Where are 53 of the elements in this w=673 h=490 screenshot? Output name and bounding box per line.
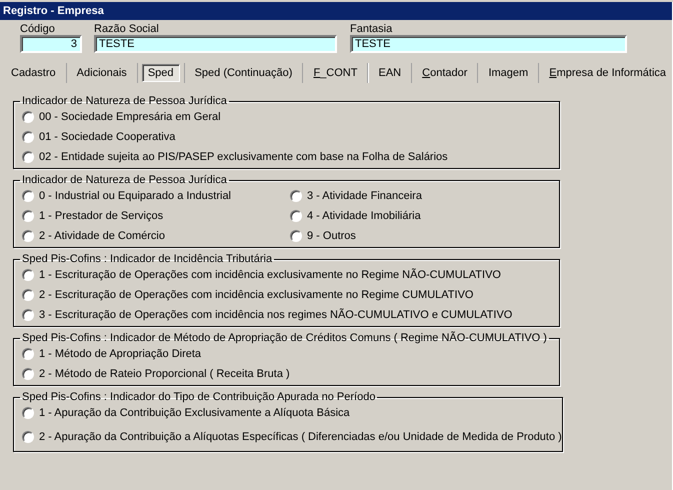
tab[interactable]: EAN (372, 64, 408, 82)
group-title: Sped Pis-Cofins : Indicador do Tipo de Contribuição Apurada no Período (21, 391, 376, 403)
input-field[interactable]: TESTE (94, 35, 337, 53)
input-field[interactable]: 3 (20, 35, 82, 53)
radio-button[interactable] (22, 111, 34, 123)
option-label: 4 - Atividade Imobiliária (307, 210, 421, 222)
option-label: 1 - Escrituração de Operações com incidência exclusivamente no Regime NÃO-CUMULATIVO (39, 269, 501, 281)
radio-button[interactable] (22, 151, 34, 163)
field-label: Código (20, 24, 56, 35)
option-label: 01 - Sociedade Cooperativa (39, 131, 176, 143)
tab[interactable]: F_CONT (307, 64, 364, 82)
option-label: 1 - Prestador de Serviços (39, 210, 164, 222)
radio-button[interactable] (22, 348, 34, 360)
radio-button[interactable] (290, 190, 302, 202)
group-title: Indicador de Natureza de Pessoa Jurídica (21, 95, 228, 107)
radio-button[interactable] (22, 289, 34, 301)
radio-button[interactable] (22, 368, 34, 380)
window-title: Registro - Empresa (0, 2, 672, 20)
radio-button[interactable] (22, 230, 34, 242)
input-field[interactable]: TESTE (350, 35, 627, 53)
field-label: Razão Social (94, 24, 160, 35)
tab[interactable]: Imagem (482, 64, 534, 82)
option-label: 02 - Entidade sujeita ao PIS/PASEP exclusivamente com base na Folha de Salários (39, 151, 448, 163)
tab[interactable]: Sped (Continuação) (188, 64, 298, 82)
option-label: 3 - Atividade Financeira (307, 190, 422, 202)
radio-button[interactable] (22, 190, 34, 202)
option-label: 2 - Apuração da Contribuição a Alíquotas Específicas ( Diferenciadas e/ou Unidade de Medida de Produto ) (39, 430, 562, 442)
radio-button[interactable] (290, 210, 302, 222)
option-label: 3 - Escrituração de Operações com incidência nos regimes NÃO-CUMULATIVO e CUMULATIVO (39, 309, 512, 321)
tab[interactable]: Adicionais (70, 64, 133, 82)
option-label: 2 - Atividade de Comércio (39, 230, 165, 242)
group-title: Sped Pis-Cofins : Indicador de Incidência Tributária (21, 253, 274, 265)
radio-button[interactable] (22, 210, 34, 222)
radio-button[interactable] (22, 407, 34, 419)
option-label: 2 - Método de Rateio Proporcional ( Receita Bruta ) (39, 368, 290, 380)
group-title: Sped Pis-Cofins : Indicador de Método de Apropriação de Créditos Comuns ( Regime NÃO-CUMULATIVO ) (21, 332, 548, 344)
radio-button[interactable] (22, 269, 34, 281)
option-label: 00 - Sociedade Empresária em Geral (39, 111, 221, 123)
option-label: 2 - Escrituração de Operações com incidência exclusivamente no Regime CUMULATIVO (39, 289, 474, 301)
option-label: 9 - Outros (307, 230, 356, 242)
group-title: Indicador de Natureza de Pessoa Jurídica (21, 174, 228, 186)
radio-button[interactable] (290, 230, 302, 242)
option-label: 1 - Método de Apropriação Direta (39, 348, 202, 360)
tab[interactable]: Contador (416, 64, 474, 82)
field-label: Fantasia (350, 24, 394, 35)
radio-button[interactable] (22, 430, 34, 442)
option-label: 0 - Industrial ou Equiparado a Industrial (39, 190, 232, 202)
radio-button[interactable] (22, 131, 34, 143)
radio-button[interactable] (22, 309, 34, 321)
option-label: 1 - Apuração da Contribuição Exclusivamente a Alíquota Básica (39, 407, 350, 419)
tab[interactable]: Sped (142, 64, 180, 82)
tab[interactable]: Cadastro (5, 64, 62, 82)
tab[interactable]: Empresa de Informática (543, 64, 672, 82)
